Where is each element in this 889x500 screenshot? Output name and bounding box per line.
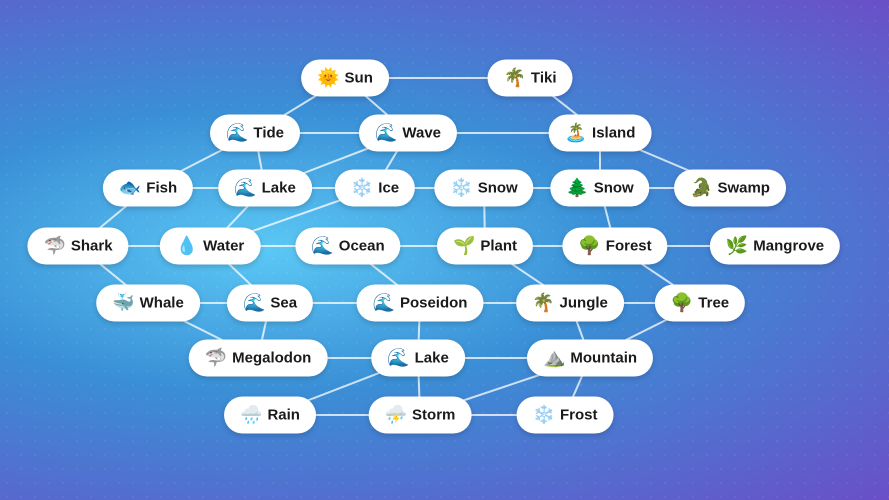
node-label-wave: Wave xyxy=(402,125,441,142)
node-icon-tide: 🌊 xyxy=(226,123,248,144)
node-frost: ❄️ Frost xyxy=(517,397,614,434)
node-icon-rain: 🌧️ xyxy=(240,405,262,426)
node-label-mangrove: Mangrove xyxy=(753,238,824,255)
node-icon-lake1: 🌊 xyxy=(234,178,256,199)
node-label-water: Water xyxy=(203,238,244,255)
node-icon-wave: 🌊 xyxy=(375,123,397,144)
node-icon-fish: 🐟 xyxy=(119,178,141,199)
node-fish: 🐟 Fish xyxy=(103,170,193,207)
node-mangrove: 🌿 Mangrove xyxy=(710,228,840,265)
node-rain: 🌧️ Rain xyxy=(224,397,316,434)
node-label-swamp: Swamp xyxy=(717,180,770,197)
node-label-fish: Fish xyxy=(146,180,177,197)
node-label-jungle: Jungle xyxy=(560,295,608,312)
node-label-mountain: Mountain xyxy=(570,350,637,367)
node-lake1: 🌊 Lake xyxy=(218,170,312,207)
node-icon-whale: 🐳 xyxy=(112,293,134,314)
node-label-tiki: Tiki xyxy=(531,70,557,87)
node-icon-tiki: 🌴 xyxy=(504,68,526,89)
node-label-sun: Sun xyxy=(345,70,373,87)
graph-container: 🌞 Sun 🌴 Tiki 🌊 Tide 🌊 Wave 🏝️ Island 🐟 Fish 🌊 Lake ❄️ I… xyxy=(0,0,889,500)
node-island: 🏝️ Island xyxy=(549,115,652,152)
node-icon-ice: ❄️ xyxy=(351,178,373,199)
node-tiki: 🌴 Tiki xyxy=(488,60,573,97)
node-icon-tree: 🌳 xyxy=(671,293,693,314)
node-icon-shark: 🦈 xyxy=(43,236,65,257)
node-plant: 🌱 Plant xyxy=(437,228,533,265)
node-icon-storm: ⛈️ xyxy=(385,405,407,426)
node-icon-forest: 🌳 xyxy=(578,236,600,257)
node-icon-island: 🏝️ xyxy=(565,123,587,144)
node-snow1: ❄️ Snow xyxy=(434,170,533,207)
node-label-ocean: Ocean xyxy=(339,238,385,255)
node-icon-swamp: 🐊 xyxy=(690,178,712,199)
node-megalodon: 🦈 Megalodon xyxy=(189,340,328,377)
node-label-tide: Tide xyxy=(253,125,284,142)
node-icon-water: 💧 xyxy=(176,236,198,257)
nodes-layer: 🌞 Sun 🌴 Tiki 🌊 Tide 🌊 Wave 🏝️ Island 🐟 Fish 🌊 Lake ❄️ I… xyxy=(0,0,889,500)
node-forest: 🌳 Forest xyxy=(562,228,667,265)
node-whale: 🐳 Whale xyxy=(96,285,200,322)
node-icon-megalodon: 🦈 xyxy=(205,348,227,369)
node-storm: ⛈️ Storm xyxy=(369,397,472,434)
node-label-snow2: Snow xyxy=(594,180,634,197)
node-label-sea: Sea xyxy=(270,295,297,312)
node-ocean: 🌊 Ocean xyxy=(295,228,400,265)
node-icon-poseidon: 🌊 xyxy=(373,293,395,314)
node-label-rain: Rain xyxy=(267,407,300,424)
node-icon-snow2: 🌲 xyxy=(566,178,588,199)
node-icon-frost: ❄️ xyxy=(533,405,555,426)
node-shark: 🦈 Shark xyxy=(27,228,128,265)
node-label-lake2: Lake xyxy=(415,350,449,367)
node-label-whale: Whale xyxy=(140,295,184,312)
node-sea: 🌊 Sea xyxy=(227,285,313,322)
node-tide: 🌊 Tide xyxy=(210,115,300,152)
node-label-plant: Plant xyxy=(480,238,517,255)
node-icon-sun: 🌞 xyxy=(317,68,339,89)
node-icon-sea: 🌊 xyxy=(243,293,265,314)
node-sun: 🌞 Sun xyxy=(301,60,389,97)
node-lake2: 🌊 Lake xyxy=(371,340,465,377)
node-label-tree: Tree xyxy=(698,295,729,312)
node-icon-jungle: 🌴 xyxy=(532,293,554,314)
node-snow2: 🌲 Snow xyxy=(550,170,649,207)
node-swamp: 🐊 Swamp xyxy=(674,170,786,207)
node-label-megalodon: Megalodon xyxy=(232,350,311,367)
node-label-shark: Shark xyxy=(71,238,113,255)
node-label-island: Island xyxy=(592,125,635,142)
node-label-forest: Forest xyxy=(606,238,652,255)
node-poseidon: 🌊 Poseidon xyxy=(357,285,484,322)
node-icon-mountain: ⛰️ xyxy=(543,348,565,369)
node-icon-snow1: ❄️ xyxy=(450,178,472,199)
node-icon-plant: 🌱 xyxy=(453,236,475,257)
node-jungle: 🌴 Jungle xyxy=(516,285,624,322)
node-ice: ❄️ Ice xyxy=(335,170,415,207)
node-tree: 🌳 Tree xyxy=(655,285,745,322)
node-icon-lake2: 🌊 xyxy=(387,348,409,369)
node-water: 💧 Water xyxy=(160,228,261,265)
node-icon-ocean: 🌊 xyxy=(311,236,333,257)
node-wave: 🌊 Wave xyxy=(359,115,457,152)
node-label-frost: Frost xyxy=(560,407,598,424)
node-label-ice: Ice xyxy=(378,180,399,197)
node-icon-mangrove: 🌿 xyxy=(726,236,748,257)
node-label-poseidon: Poseidon xyxy=(400,295,468,312)
node-label-storm: Storm xyxy=(412,407,455,424)
node-label-snow1: Snow xyxy=(478,180,518,197)
node-mountain: ⛰️ Mountain xyxy=(527,340,653,377)
node-label-lake1: Lake xyxy=(262,180,296,197)
